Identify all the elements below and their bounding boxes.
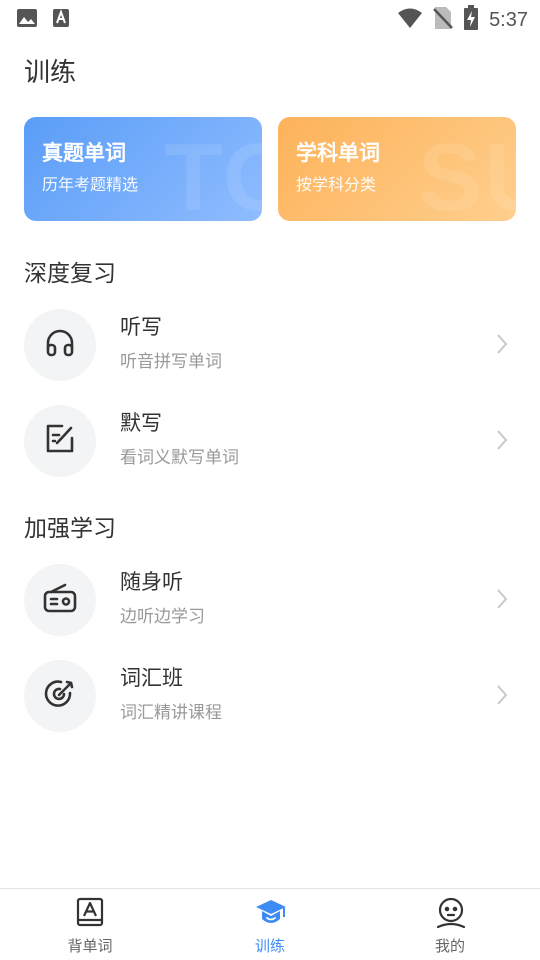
row-subtitle: 边听边学习	[120, 607, 205, 627]
row-subtitle: 听音拼写单词	[120, 352, 222, 372]
card-title: 真题单词	[42, 141, 126, 165]
graduation-cap-icon	[255, 897, 286, 929]
list-item-recall-writing[interactable]: 默写 看词义默写单词	[0, 403, 540, 483]
chevron-right-icon	[496, 429, 508, 455]
no-sim-icon	[433, 6, 453, 34]
nav-label: 训练	[254, 937, 285, 955]
nav-item-memorize-words[interactable]: 背单词	[0, 889, 180, 960]
wifi-icon	[397, 7, 423, 33]
row-title: 听写	[120, 315, 162, 339]
battery-charging-icon	[463, 5, 479, 35]
row-subtitle: 词汇精讲课程	[120, 703, 222, 723]
list-item-portable-listening[interactable]: 随身听 边听边学习	[0, 562, 540, 642]
card-title: 学科单词	[296, 141, 380, 165]
row-icon-wrap	[24, 405, 96, 477]
section-title-deep-review: 深度复习	[24, 261, 116, 287]
row-subtitle: 看词义默写单词	[120, 448, 239, 468]
edit-icon	[43, 422, 77, 460]
status-bar: 5:37	[0, 0, 540, 36]
image-notification-icon	[16, 8, 38, 32]
card-subtitle: 按学科分类	[296, 175, 377, 194]
card-watermark: TO	[164, 124, 262, 221]
chevron-right-icon	[496, 588, 508, 614]
radio-icon	[42, 581, 78, 619]
row-title: 默写	[120, 411, 162, 435]
target-icon	[43, 677, 77, 715]
card-exam-words[interactable]: TO 真题单词 历年考题精选	[24, 117, 262, 221]
section-title-enhanced-study: 加强学习	[24, 516, 116, 542]
list-item-vocabulary-class[interactable]: 词汇班 词汇精讲课程	[0, 658, 540, 738]
font-notification-icon	[52, 8, 70, 32]
profile-icon	[435, 897, 466, 929]
row-title: 随身听	[120, 570, 183, 594]
card-watermark: SU	[418, 124, 516, 221]
card-subject-words[interactable]: SU 学科单词 按学科分类	[278, 117, 516, 221]
page-title: 训练	[24, 58, 77, 88]
chevron-right-icon	[496, 684, 508, 710]
list-item-dictation[interactable]: 听写 听音拼写单词	[0, 307, 540, 387]
row-title: 词汇班	[120, 666, 183, 690]
headphones-icon	[43, 326, 77, 364]
row-icon-wrap	[24, 309, 96, 381]
book-icon	[75, 897, 105, 929]
row-icon-wrap	[24, 564, 96, 636]
bottom-nav: 背单词 训练 我的	[0, 888, 540, 960]
chevron-right-icon	[496, 333, 508, 359]
nav-label: 背单词	[67, 937, 113, 955]
card-subtitle: 历年考题精选	[42, 175, 139, 194]
nav-label: 我的	[434, 937, 465, 955]
row-icon-wrap	[24, 660, 96, 732]
nav-item-training[interactable]: 训练	[180, 889, 360, 960]
status-time: 5:37	[489, 8, 528, 31]
nav-item-profile[interactable]: 我的	[360, 889, 540, 960]
